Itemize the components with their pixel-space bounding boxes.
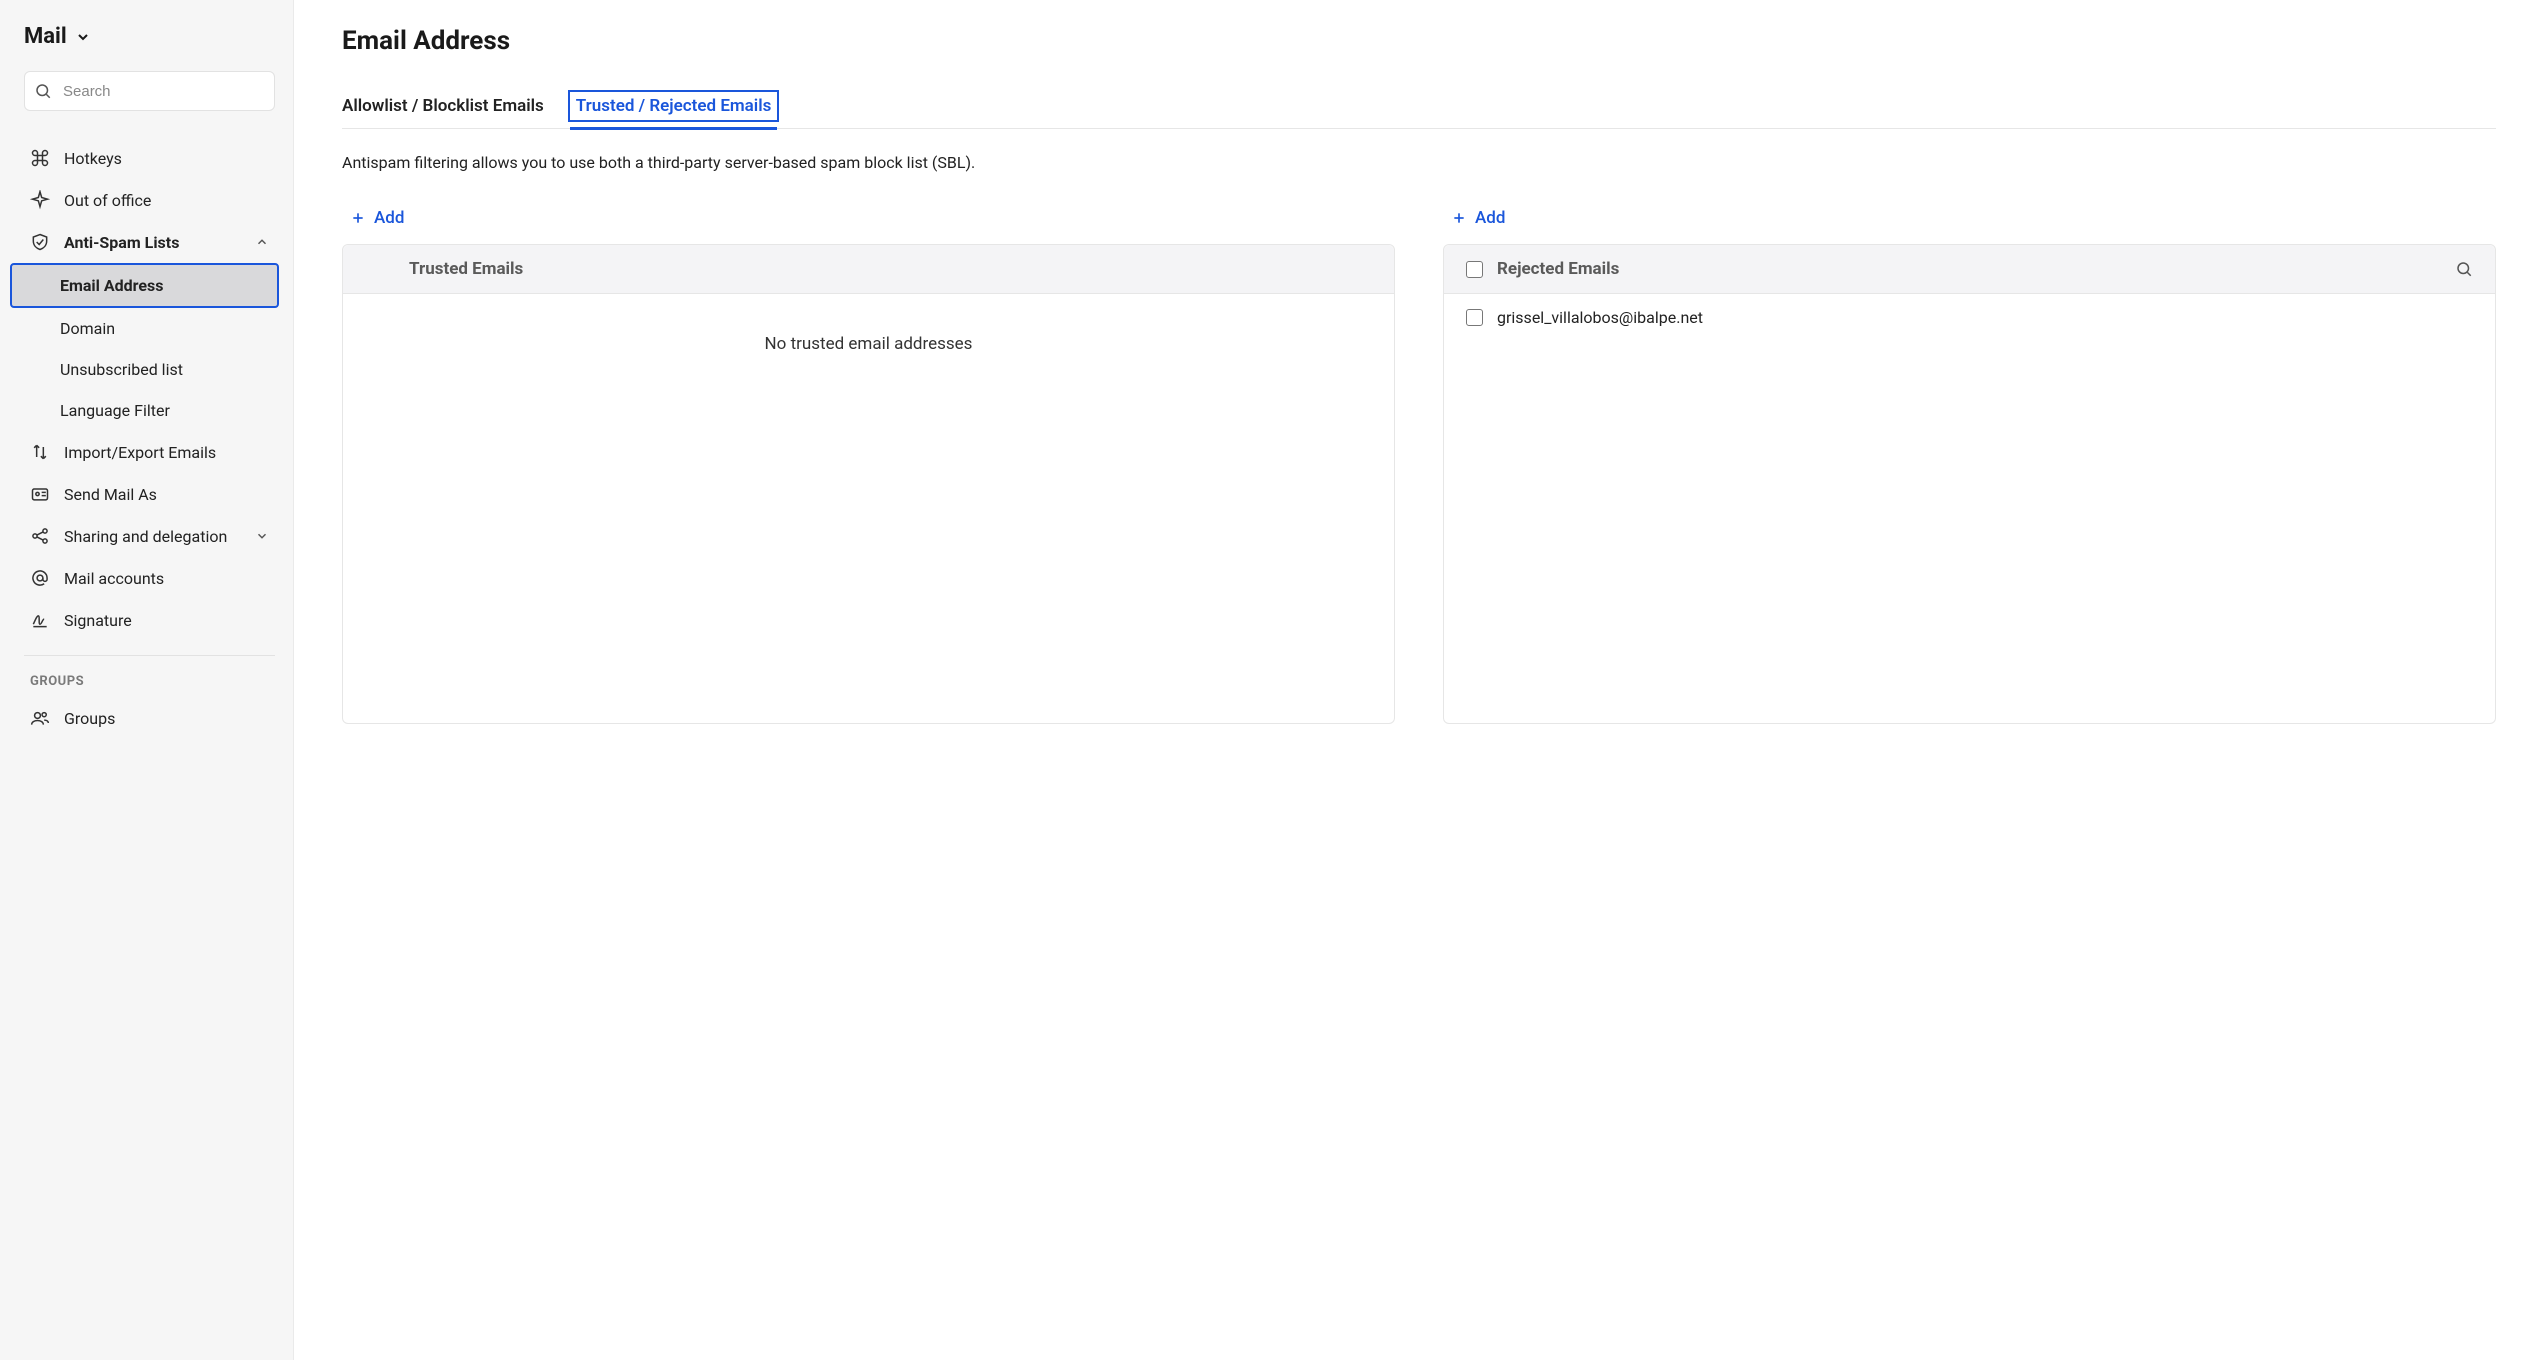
tab-trusted-rejected[interactable]: Trusted / Rejected Emails	[568, 90, 780, 122]
sidebar-item-import-export[interactable]: Import/Export Emails	[24, 431, 275, 473]
add-label: Add	[1475, 208, 1505, 228]
plus-icon	[1451, 210, 1467, 226]
sidebar-item-label: Domain	[60, 319, 115, 338]
search-box	[24, 71, 275, 111]
add-label: Add	[374, 208, 404, 228]
sidebar-item-label: Import/Export Emails	[64, 443, 216, 462]
shield-icon	[30, 232, 50, 252]
sidebar-item-label: Sharing and delegation	[64, 527, 227, 546]
trusted-header: Trusted Emails	[343, 245, 1394, 294]
page-title: Email Address	[342, 26, 2496, 56]
sidebar-subitem-email-address[interactable]: Email Address	[10, 263, 279, 308]
add-rejected-button[interactable]: Add	[1443, 208, 2496, 244]
rejected-panel: Add Rejected Emails grissel_villalobos@i…	[1443, 208, 2496, 724]
up-down-arrows-icon	[30, 442, 50, 462]
sidebar-app-switcher[interactable]: Mail	[24, 24, 275, 49]
rejected-body: grissel_villalobos@ibalpe.net	[1444, 294, 2495, 723]
sidebar-item-label: Groups	[64, 709, 115, 728]
list-item[interactable]: grissel_villalobos@ibalpe.net	[1444, 294, 2495, 341]
sidebar-item-label: Email Address	[60, 276, 163, 295]
chevron-down-icon	[75, 29, 91, 45]
sidebar-item-label: Hotkeys	[64, 149, 122, 168]
sidebar-item-groups[interactable]: Groups	[24, 697, 275, 739]
trusted-box: Trusted Emails No trusted email addresse…	[342, 244, 1395, 724]
plus-icon	[350, 210, 366, 226]
sidebar-title: Mail	[24, 24, 67, 49]
id-card-icon	[30, 484, 50, 504]
rejected-header-label: Rejected Emails	[1497, 259, 1619, 279]
sidebar-subitem-domain[interactable]: Domain	[24, 308, 275, 349]
row-checkbox[interactable]	[1466, 309, 1483, 326]
share-icon	[30, 526, 50, 546]
search-icon	[34, 82, 52, 100]
sidebar-subitem-language-filter[interactable]: Language Filter	[24, 390, 275, 431]
trusted-body: No trusted email addresses	[343, 294, 1394, 723]
divider	[24, 655, 275, 656]
rejected-email: grissel_villalobos@ibalpe.net	[1497, 308, 1703, 327]
command-icon	[30, 148, 50, 168]
sidebar-item-sharing-delegation[interactable]: Sharing and delegation	[24, 515, 275, 557]
sidebar-item-anti-spam-lists[interactable]: Anti-Spam Lists	[24, 221, 275, 263]
at-sign-icon	[30, 568, 50, 588]
sidebar: Mail Hotkeys Out of office Anti-Spam Lis…	[0, 0, 294, 1360]
sidebar-item-label: Anti-Spam Lists	[64, 233, 179, 252]
search-input[interactable]	[24, 71, 275, 111]
sidebar-item-signature[interactable]: Signature	[24, 599, 275, 641]
sidebar-item-label: Language Filter	[60, 401, 170, 420]
trusted-header-label: Trusted Emails	[409, 259, 523, 279]
sidebar-item-hotkeys[interactable]: Hotkeys	[24, 137, 275, 179]
users-icon	[30, 708, 50, 728]
sidebar-item-label: Unsubscribed list	[60, 360, 183, 379]
sidebar-item-label: Out of office	[64, 191, 151, 210]
rejected-header: Rejected Emails	[1444, 245, 2495, 294]
sidebar-item-label: Signature	[64, 611, 132, 630]
tab-label: Allowlist / Blocklist Emails	[342, 96, 544, 116]
chevron-down-icon	[255, 529, 269, 543]
groups-section-header: GROUPS	[24, 666, 275, 697]
trusted-panel: Add Trusted Emails No trusted email addr…	[342, 208, 1395, 724]
main-content: Email Address Allowlist / Blocklist Emai…	[294, 0, 2544, 1360]
tab-label: Trusted / Rejected Emails	[576, 96, 772, 116]
rejected-box: Rejected Emails grissel_villalobos@ibalp…	[1443, 244, 2496, 724]
page-description: Antispam filtering allows you to use bot…	[342, 153, 2496, 172]
sidebar-item-send-mail-as[interactable]: Send Mail As	[24, 473, 275, 515]
sidebar-subitem-unsubscribed-list[interactable]: Unsubscribed list	[24, 349, 275, 390]
airplane-icon	[30, 190, 50, 210]
sidebar-item-out-of-office[interactable]: Out of office	[24, 179, 275, 221]
search-icon[interactable]	[2455, 260, 2473, 278]
tab-allowlist-blocklist[interactable]: Allowlist / Blocklist Emails	[342, 90, 544, 128]
anti-spam-submenu: Email Address Domain Unsubscribed list L…	[24, 263, 275, 431]
signature-icon	[30, 610, 50, 630]
trusted-empty-message: No trusted email addresses	[343, 294, 1394, 394]
sidebar-item-label: Mail accounts	[64, 569, 164, 588]
select-all-checkbox[interactable]	[1466, 261, 1483, 278]
add-trusted-button[interactable]: Add	[342, 208, 1395, 244]
tab-bar: Allowlist / Blocklist Emails Trusted / R…	[342, 90, 2496, 129]
sidebar-item-label: Send Mail As	[64, 485, 157, 504]
chevron-up-icon	[255, 235, 269, 249]
panels: Add Trusted Emails No trusted email addr…	[342, 208, 2496, 724]
sidebar-item-mail-accounts[interactable]: Mail accounts	[24, 557, 275, 599]
